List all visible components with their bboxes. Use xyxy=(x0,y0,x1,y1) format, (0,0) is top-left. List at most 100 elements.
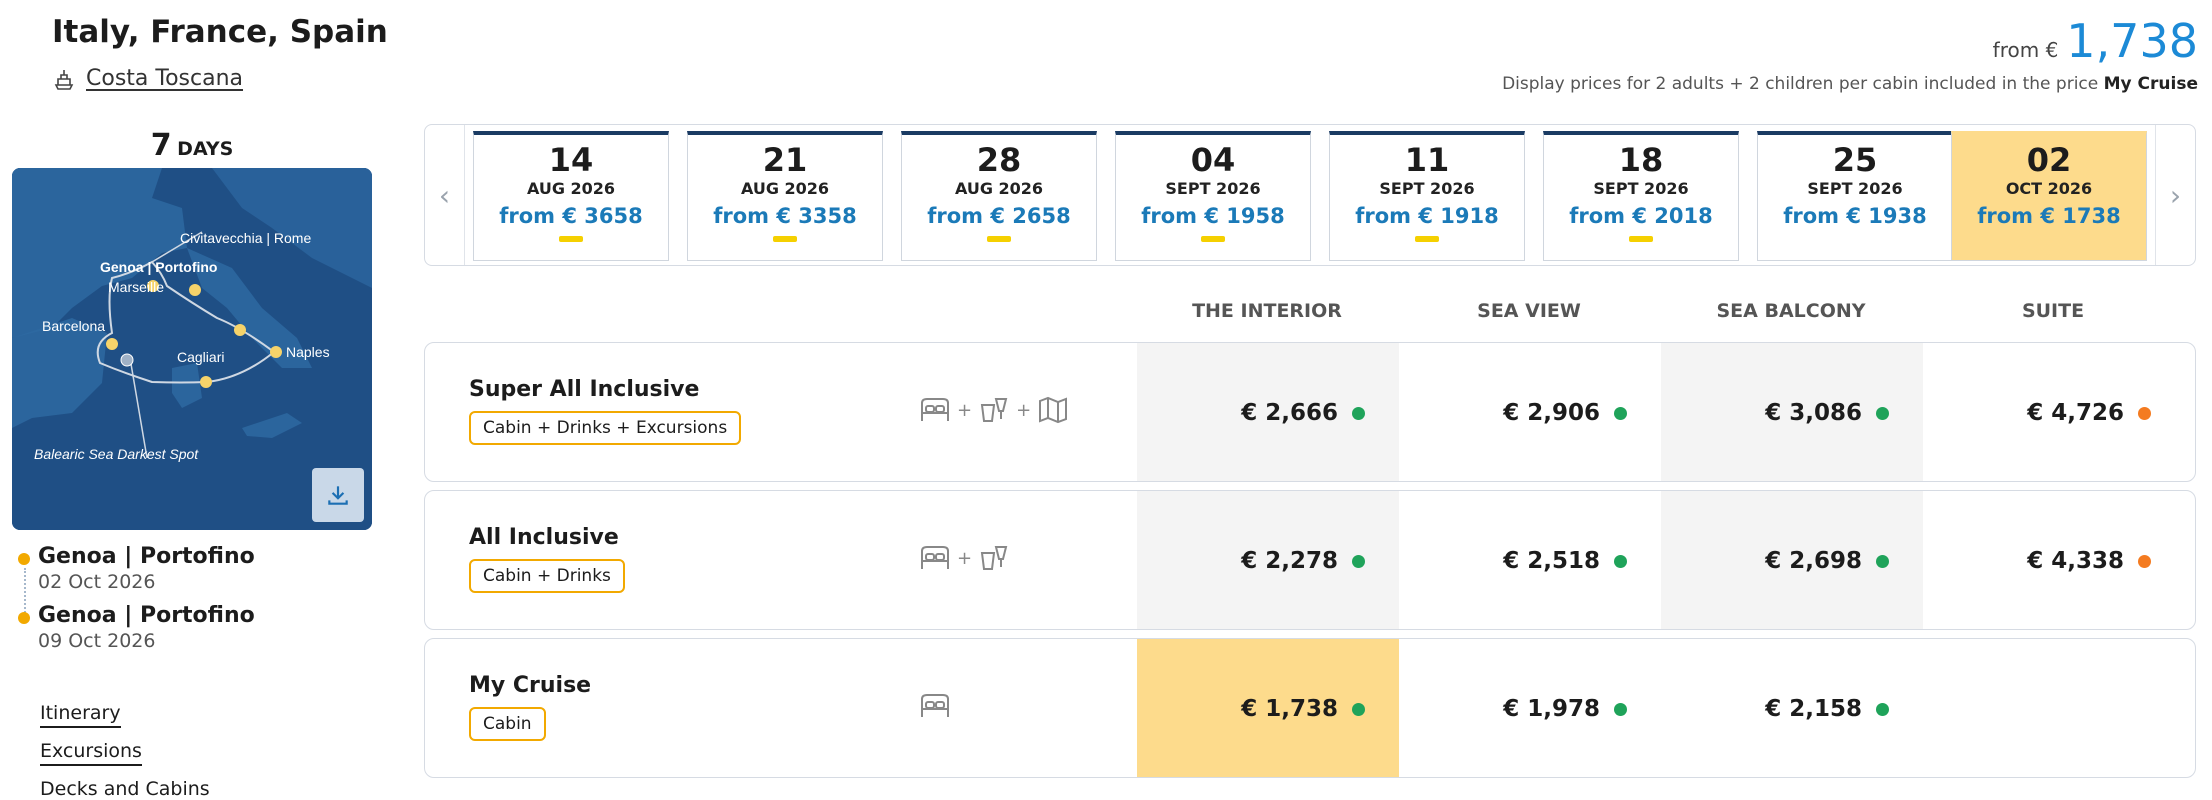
availability-dot-icon xyxy=(1876,554,1889,568)
package-row-my-cruise: My Cruise Cabin € 1,738 € 1,978 € 2,158 xyxy=(424,638,2196,778)
drinks-icon xyxy=(980,398,1008,422)
carousel-prev-button[interactable]: ‹ xyxy=(425,125,465,265)
date-month: SEPT 2026 xyxy=(1165,179,1261,198)
price-cell-sea-view[interactable]: € 2,906 xyxy=(1399,343,1661,481)
nav-link-decks-cabins[interactable]: Decks and Cabins xyxy=(40,778,210,800)
cabin-type-headers: THE INTERIOR SEA VIEW SEA BALCONY SUITE xyxy=(1136,300,2184,322)
availability-dot-icon xyxy=(1876,702,1889,716)
route-stop-start: Genoa | Portofino 02 Oct 2026 xyxy=(18,544,255,593)
date-month: SEPT 2026 xyxy=(1593,179,1689,198)
chevron-left-icon: ‹ xyxy=(438,178,451,212)
package-tag: Cabin + Drinks + Excursions xyxy=(469,411,742,445)
ship-link-wrapper[interactable]: Costa Toscana xyxy=(52,66,243,91)
map-annotation: Balearic Sea Darkest Spot xyxy=(34,446,199,462)
date-day: 18 xyxy=(1618,141,1664,179)
date-card[interactable]: 14 AUG 2026 from € 3658 xyxy=(473,131,669,261)
availability-dot-icon xyxy=(1876,406,1889,420)
date-card[interactable]: 04 SEPT 2026 from € 1958 xyxy=(1115,131,1311,261)
duration-number: 7 xyxy=(150,128,172,163)
availability-dot-icon xyxy=(1614,702,1627,716)
availability-dot-icon xyxy=(1352,702,1365,716)
price-cell-suite[interactable]: € 4,726 xyxy=(1923,343,2185,481)
price-value: € 2,518 xyxy=(1503,548,1600,574)
route-stop-name: Genoa | Portofino xyxy=(38,603,255,628)
nav-link-excursions[interactable]: Excursions xyxy=(40,740,142,766)
date-month: OCT 2026 xyxy=(2005,179,2093,198)
package-name: My Cruise xyxy=(469,673,592,698)
date-month: AUG 2026 xyxy=(526,179,616,198)
price-cell-interior-selected[interactable]: € 1,738 xyxy=(1137,639,1399,777)
duration: 7 DAYS xyxy=(12,128,372,163)
itinerary-map[interactable]: Civitavecchia | Rome Genoa | Portofino M… xyxy=(12,168,372,530)
price-cell-sea-view[interactable]: € 1,978 xyxy=(1399,639,1661,777)
date-card-selected[interactable]: 02 OCT 2026 from € 1738 xyxy=(1951,131,2147,261)
price-value: € 1,978 xyxy=(1503,696,1600,722)
map-port-civitavecchia: Civitavecchia | Rome xyxy=(180,230,311,246)
price-value: € 4,338 xyxy=(2027,548,2124,574)
price-cell-sea-balcony[interactable]: € 3,086 xyxy=(1661,343,1923,481)
package-name: All Inclusive xyxy=(469,525,619,550)
date-day: 28 xyxy=(976,141,1022,179)
package-row-all-inclusive: All Inclusive Cabin + Drinks + € 2,278 €… xyxy=(424,490,2196,630)
date-card[interactable]: 28 AUG 2026 from € 2658 xyxy=(901,131,1097,261)
date-price: from € 1938 xyxy=(1783,204,1927,228)
date-day: 11 xyxy=(1404,141,1450,179)
availability-dot-icon xyxy=(1614,554,1627,568)
ship-name-link[interactable]: Costa Toscana xyxy=(86,66,243,91)
price-from-value: 1,738 xyxy=(2066,14,2198,68)
availability-dot-icon xyxy=(2138,406,2151,420)
date-month: AUG 2026 xyxy=(954,179,1044,198)
date-carousel: ‹ 14 AUG 2026 from € 3658 21 AUG 2026 fr… xyxy=(424,124,2196,266)
date-card[interactable]: 18 SEPT 2026 from € 2018 xyxy=(1543,131,1739,261)
price-value: € 2,698 xyxy=(1765,548,1862,574)
bed-icon xyxy=(921,398,949,421)
date-card[interactable]: 21 AUG 2026 from € 3358 xyxy=(687,131,883,261)
duration-label: DAYS xyxy=(177,138,234,160)
date-price: from € 1918 xyxy=(1355,204,1499,228)
price-cell-sea-balcony[interactable]: € 2,158 xyxy=(1661,639,1923,777)
price-value: € 3,086 xyxy=(1765,400,1862,426)
route-stop-date: 02 Oct 2026 xyxy=(38,571,156,593)
map-port-barcelona: Barcelona xyxy=(42,318,105,334)
date-day: 25 xyxy=(1832,141,1878,179)
date-card[interactable]: 11 SEPT 2026 from € 1918 xyxy=(1329,131,1525,261)
date-day: 21 xyxy=(762,141,808,179)
date-day: 04 xyxy=(1190,141,1236,179)
price-cell-interior[interactable]: € 2,666 xyxy=(1137,343,1399,481)
price-cell-suite-empty xyxy=(1923,639,2185,777)
price-value: € 2,278 xyxy=(1241,548,1338,574)
price-value: € 2,666 xyxy=(1241,400,1338,426)
date-price: from € 1958 xyxy=(1141,204,1285,228)
package-includes xyxy=(919,691,951,721)
drinks-icon xyxy=(980,546,1008,570)
map-download-button[interactable] xyxy=(312,468,364,522)
price-cell-sea-view[interactable]: € 2,518 xyxy=(1399,491,1661,629)
price-cell-interior[interactable]: € 2,278 xyxy=(1137,491,1399,629)
plus-icon: + xyxy=(1016,399,1032,421)
availability-dot-icon xyxy=(1352,406,1365,420)
package-tag: Cabin + Drinks xyxy=(469,559,625,593)
price-value: € 2,906 xyxy=(1503,400,1600,426)
availability-dot-icon xyxy=(2138,554,2151,568)
price-value: € 4,726 xyxy=(2027,400,2124,426)
price-note-text: Display prices for 2 adults + 2 children… xyxy=(1502,74,2099,94)
price-cell-sea-balcony[interactable]: € 2,698 xyxy=(1661,491,1923,629)
route-stop-date: 09 Oct 2026 xyxy=(38,630,156,652)
bed-icon xyxy=(921,694,949,717)
date-month: SEPT 2026 xyxy=(1807,179,1903,198)
package-tag: Cabin xyxy=(469,707,546,741)
header-sea-view: SEA VIEW xyxy=(1477,300,1581,322)
map-port-cagliari: Cagliari xyxy=(177,349,224,365)
header-interior: THE INTERIOR xyxy=(1192,300,1342,322)
date-price: from € 1738 xyxy=(1977,204,2121,228)
carousel-next-button[interactable]: › xyxy=(2155,125,2195,265)
date-card[interactable]: 25 SEPT 2026 from € 1938 xyxy=(1757,131,1953,261)
availability-bar xyxy=(1415,236,1439,242)
date-month: SEPT 2026 xyxy=(1379,179,1475,198)
download-icon xyxy=(328,486,348,505)
availability-dot-icon xyxy=(1352,554,1365,568)
price-from-label: from € xyxy=(1992,38,2059,62)
nav-link-itinerary[interactable]: Itinerary xyxy=(40,702,121,728)
price-cell-suite[interactable]: € 4,338 xyxy=(1923,491,2185,629)
date-day: 14 xyxy=(548,141,594,179)
